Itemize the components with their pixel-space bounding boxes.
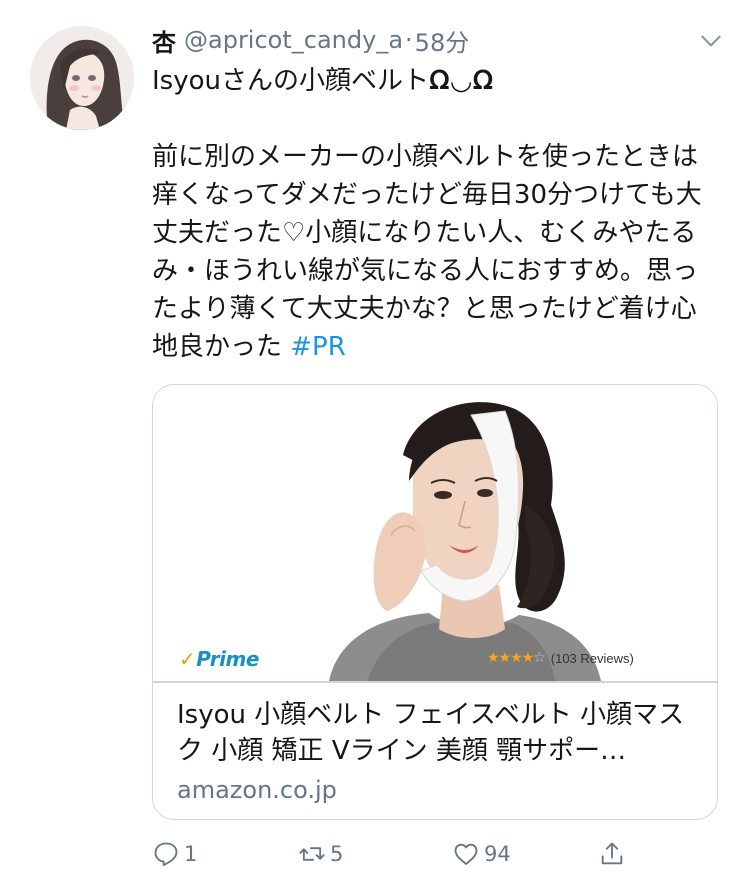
product-photo	[153, 385, 717, 681]
star-rating: ★★★★☆	[487, 650, 546, 666]
card-title[interactable]: Isyou 小顔ベルト フェイスベルト 小顔マスク 小顔 矯正 Vライン 美顔 …	[177, 697, 693, 769]
tweet-content: 杏 @apricot_candy_a · 58分 Isyouさんの小顔ベルト𝛀◡…	[152, 20, 722, 366]
retweet-button[interactable]: 5	[298, 836, 343, 872]
card-domain: amazon.co.jp	[177, 775, 337, 804]
prime-label: Prime	[196, 647, 259, 671]
reply-button[interactable]: 1	[152, 836, 197, 872]
tweet-body: Isyouさんの小顔ベルト𝛀◡𝛀 前に別のメーカーの小顔ベルトを使ったときは痒く…	[152, 66, 702, 362]
card-image[interactable]: ✓Prime ★★★★☆ (103 Reviews)	[153, 385, 717, 681]
timestamp[interactable]: 58分	[415, 23, 470, 58]
avatar[interactable]	[30, 26, 134, 130]
share-button[interactable]	[598, 836, 626, 872]
tweet-text: Isyouさんの小顔ベルト𝛀◡𝛀 前に別のメーカーの小顔ベルトを使ったときは痒く…	[152, 62, 718, 366]
heart-icon	[454, 843, 478, 865]
reply-icon	[154, 842, 178, 867]
like-count: 94	[484, 842, 511, 866]
stars-filled: ★★★★	[487, 650, 534, 666]
author-handle[interactable]: @apricot_candy_a	[184, 26, 403, 54]
avatar-illustration	[30, 26, 134, 130]
retweet-count: 5	[330, 842, 344, 866]
like-button[interactable]: 94	[452, 836, 511, 872]
link-card[interactable]: ✓Prime ★★★★☆ (103 Reviews) Isyou 小顔ベルト フ…	[152, 384, 718, 820]
retweet-icon	[299, 847, 325, 861]
tweet-actions: 1 5 94	[152, 836, 652, 872]
separator: ·	[405, 26, 413, 54]
author-name[interactable]: 杏	[152, 23, 176, 58]
stars-empty: ☆	[533, 650, 546, 666]
reply-count: 1	[184, 842, 198, 866]
share-icon	[601, 842, 623, 865]
review-count: (103 Reviews)	[550, 650, 634, 666]
rating: ★★★★☆ (103 Reviews)	[487, 650, 634, 666]
tweet-header: 杏 @apricot_candy_a · 58分	[152, 20, 722, 60]
chevron-down-icon[interactable]	[698, 28, 724, 54]
prime-check-icon: ✓	[179, 647, 196, 671]
card-body[interactable]: Isyou 小顔ベルト フェイスベルト 小顔マスク 小顔 矯正 Vライン 美顔 …	[153, 683, 717, 807]
hashtag-link[interactable]: #PR	[290, 332, 346, 362]
prime-badge: ✓Prime	[179, 647, 259, 671]
